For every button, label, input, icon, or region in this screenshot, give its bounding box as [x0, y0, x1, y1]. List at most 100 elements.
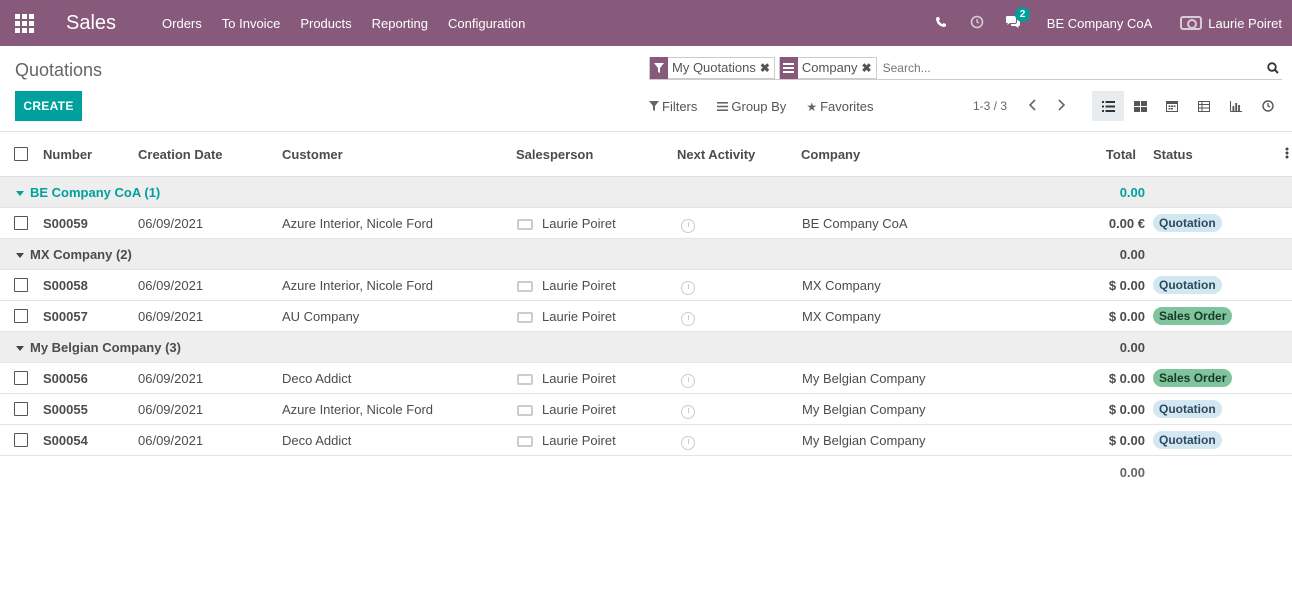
list-view-icon[interactable] [1092, 91, 1124, 121]
company: My Belgian Company [802, 433, 926, 448]
calendar-view-icon[interactable] [1156, 91, 1188, 121]
remove-facet-icon[interactable]: ✖ [760, 61, 774, 75]
pivot-view-icon[interactable] [1188, 91, 1220, 121]
user-name: Laurie Poiret [1208, 15, 1282, 31]
row-checkbox[interactable] [14, 371, 28, 385]
facet-company[interactable]: Company ✖ [778, 56, 877, 79]
pager-previous-icon[interactable] [1028, 98, 1038, 116]
column-customer[interactable]: Customer [282, 147, 343, 162]
activity-clock-icon[interactable] [681, 372, 695, 388]
apps-menu-icon[interactable] [0, 0, 48, 46]
activity-clock-icon[interactable] [681, 310, 695, 326]
messaging-icon[interactable]: 2 [995, 6, 1031, 32]
menu-configuration[interactable]: Configuration [448, 16, 525, 31]
caret-down-icon [16, 191, 24, 197]
facet-my-quotations[interactable]: My Quotations ✖ [649, 56, 775, 79]
menu-reporting[interactable]: Reporting [372, 16, 428, 31]
pager-value[interactable]: 1-3 / 3 [973, 99, 1007, 113]
pager-next-icon[interactable] [1056, 98, 1066, 116]
favorites-dropdown[interactable]: ★ Favorites [806, 99, 873, 114]
customer: Deco Addict [282, 433, 352, 448]
column-total[interactable]: Total [1090, 147, 1136, 162]
company: MX Company [802, 278, 881, 293]
status-badge: Quotation [1153, 400, 1222, 418]
activity-clock-icon[interactable] [681, 434, 695, 450]
status-badge: Quotation [1153, 431, 1222, 449]
creation-date: 06/09/2021 [138, 278, 204, 293]
salesperson: Laurie Poiret [517, 278, 616, 293]
salesperson-name: Laurie Poiret [542, 216, 616, 231]
creation-date: 06/09/2021 [138, 309, 204, 324]
activity-clock-icon[interactable] [959, 15, 995, 32]
page-title: Quotations [15, 60, 103, 80]
table-row[interactable]: S00055 06/09/2021 Azure Interior, Nicole… [0, 394, 1292, 425]
row-checkbox[interactable] [14, 309, 28, 323]
activity-clock-icon[interactable] [681, 279, 695, 295]
status-badge: Quotation [1153, 214, 1222, 232]
menu-orders[interactable]: Orders [162, 16, 202, 31]
status-label: Quotation [1153, 214, 1222, 232]
row-checkbox[interactable] [14, 278, 28, 292]
group-row[interactable]: MX Company (2) 0.00 [0, 239, 1292, 270]
status-label: Quotation [1153, 400, 1222, 418]
groupby-dropdown[interactable]: Group By [717, 99, 786, 114]
salesperson-name: Laurie Poiret [542, 278, 616, 293]
caret-down-icon [16, 253, 24, 259]
activity-view-icon[interactable] [1252, 91, 1284, 121]
table-row[interactable]: S00054 06/09/2021 Deco Addict Laurie Poi… [0, 425, 1292, 456]
graph-view-icon[interactable] [1220, 91, 1252, 121]
group-row[interactable]: My Belgian Company (3) 0.00 [0, 332, 1292, 363]
kanban-view-icon[interactable] [1124, 91, 1156, 121]
salesperson: Laurie Poiret [517, 402, 616, 417]
user-avatar-icon [517, 219, 533, 231]
menu-to-invoice[interactable]: To Invoice [222, 16, 281, 31]
group-total: 0.00 [1119, 340, 1145, 355]
column-creation-date[interactable]: Creation Date [138, 147, 223, 162]
row-checkbox[interactable] [14, 433, 28, 447]
status-label: Quotation [1153, 431, 1222, 449]
table-header: Number Creation Date Customer Salesperso… [0, 132, 1292, 177]
phone-icon[interactable] [923, 16, 959, 31]
salesperson: Laurie Poiret [517, 433, 616, 448]
order-number: S00055 [43, 402, 88, 417]
salesperson-name: Laurie Poiret [542, 309, 616, 324]
activity-clock-icon[interactable] [681, 403, 695, 419]
customer: AU Company [282, 309, 360, 324]
search-icon[interactable] [1264, 61, 1282, 74]
group-row[interactable]: BE Company CoA (1) 0.00 [0, 177, 1292, 208]
order-total: $ 0.00 [1108, 278, 1145, 293]
user-menu[interactable]: Laurie Poiret [1180, 16, 1282, 31]
creation-date: 06/09/2021 [138, 402, 204, 417]
table-row[interactable]: S00058 06/09/2021 Azure Interior, Nicole… [0, 270, 1292, 301]
column-number[interactable]: Number [43, 147, 92, 162]
row-checkbox[interactable] [14, 402, 28, 416]
company-switcher[interactable]: BE Company CoA [1047, 16, 1153, 31]
user-avatar-icon [517, 436, 533, 448]
customer: Azure Interior, Nicole Ford [282, 216, 434, 231]
group-label: BE Company CoA (1) [16, 185, 160, 200]
search-input[interactable] [880, 60, 1264, 75]
group-name: MX Company (2) [30, 247, 132, 262]
optional-columns-icon[interactable] [1285, 147, 1289, 162]
activity-clock-icon[interactable] [681, 217, 695, 233]
select-all-checkbox[interactable] [14, 147, 28, 161]
column-next-activity[interactable]: Next Activity [677, 147, 755, 162]
order-number: S00054 [43, 433, 88, 448]
column-status[interactable]: Status [1153, 147, 1193, 162]
creation-date: 06/09/2021 [138, 371, 204, 386]
company: My Belgian Company [802, 402, 926, 417]
filters-dropdown[interactable]: Filters [649, 99, 697, 114]
app-name[interactable]: Sales [66, 12, 116, 35]
table-row[interactable]: S00056 06/09/2021 Deco Addict Laurie Poi… [0, 363, 1292, 394]
top-navbar: Sales Orders To Invoice Products Reporti… [0, 0, 1292, 46]
group-name: BE Company CoA (1) [30, 185, 161, 200]
create-button[interactable]: CREATE [15, 91, 82, 121]
table-row[interactable]: S00057 06/09/2021 AU Company Laurie Poir… [0, 301, 1292, 332]
remove-facet-icon[interactable]: ✖ [862, 61, 876, 75]
row-checkbox[interactable] [14, 216, 28, 230]
column-company[interactable]: Company [801, 147, 860, 162]
salesperson: Laurie Poiret [517, 216, 616, 231]
table-row[interactable]: S00059 06/09/2021 Azure Interior, Nicole… [0, 208, 1292, 239]
menu-products[interactable]: Products [300, 16, 351, 31]
column-salesperson[interactable]: Salesperson [516, 147, 593, 162]
